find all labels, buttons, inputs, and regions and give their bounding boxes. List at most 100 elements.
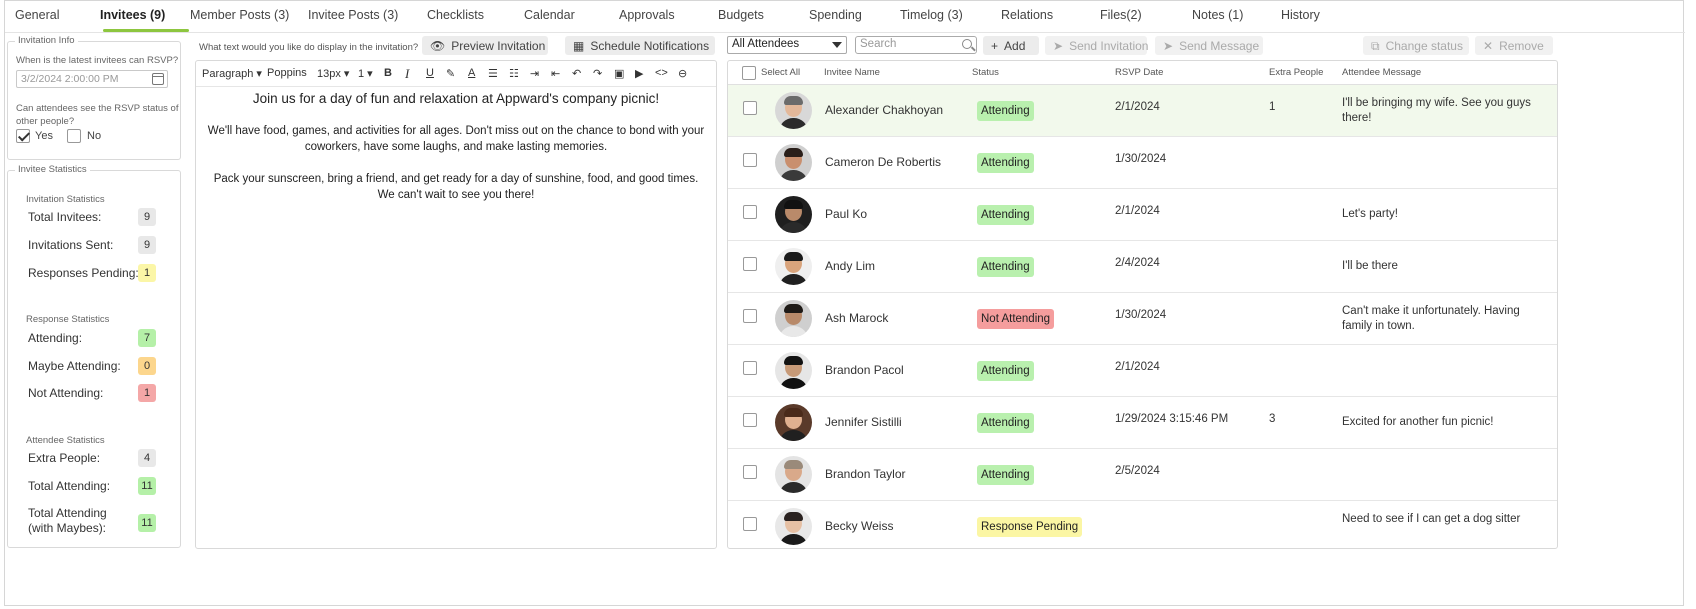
change-status-button[interactable]: ⧉ Change status: [1363, 36, 1469, 55]
no-checkbox[interactable]: [67, 129, 81, 143]
status-badge[interactable]: Attending: [977, 413, 1034, 433]
tab-calendar[interactable]: Calendar: [524, 8, 575, 22]
table-row[interactable]: Cameron De Robertis Attending 1/30/2024: [728, 137, 1557, 189]
row-checkbox[interactable]: [743, 153, 757, 167]
tab-member-posts[interactable]: Member Posts (3): [190, 8, 289, 22]
table-row[interactable]: Ash Marock Not Attending 1/30/2024 Can't ma…: [728, 293, 1557, 345]
invitation-info-legend: Invitation Info: [15, 35, 78, 46]
bold-icon[interactable]: B: [384, 67, 392, 79]
table-row[interactable]: Paul Ko Attending 2/1/2024 Let's party!: [728, 189, 1557, 241]
maybe-attending-label: Maybe Attending:: [28, 359, 121, 373]
invitee-name[interactable]: Cameron De Robertis: [825, 155, 941, 169]
tab-notes[interactable]: Notes (1): [1192, 8, 1243, 22]
add-invitee-button[interactable]: + Add: [983, 36, 1039, 55]
column-invitee-name[interactable]: Invitee Name: [824, 67, 880, 78]
italic-icon[interactable]: I: [405, 66, 409, 82]
font-family-select[interactable]: Poppins: [267, 67, 307, 79]
redo-icon[interactable]: ↷: [593, 67, 602, 80]
attendee-filter-select[interactable]: All Attendees: [727, 36, 847, 54]
yes-checkbox[interactable]: [16, 129, 30, 143]
table-row[interactable]: Becky Weiss Response Pending Need to see i…: [728, 501, 1557, 548]
select-all-label[interactable]: Select All: [761, 67, 800, 78]
line-height-select[interactable]: 1 ▾: [358, 67, 373, 80]
tab-relations[interactable]: Relations: [1001, 8, 1053, 22]
eye-icon: 👁: [430, 38, 446, 53]
block-format-select[interactable]: Paragraph ▾: [202, 67, 262, 80]
remove-button[interactable]: ✕ Remove: [1475, 36, 1553, 55]
invitation-paragraph-2: We'll have food, games, and activities f…: [207, 125, 705, 153]
row-checkbox[interactable]: [743, 413, 757, 427]
search-input[interactable]: Search: [855, 36, 977, 54]
rsvp-date: 2/1/2024: [1115, 101, 1160, 113]
invitee-name[interactable]: Paul Ko: [825, 207, 867, 221]
status-badge[interactable]: Not Attending: [977, 309, 1055, 329]
tab-spending[interactable]: Spending: [809, 8, 862, 22]
tab-bar: General Invitees (9) Member Posts (3) In…: [5, 1, 1685, 33]
align-icon[interactable]: ☰: [488, 67, 498, 80]
font-size-select[interactable]: 13px ▾: [317, 67, 349, 80]
status-badge[interactable]: Attending: [977, 205, 1034, 225]
column-status[interactable]: Status: [972, 67, 999, 78]
invitee-name[interactable]: Ash Marock: [825, 311, 888, 325]
status-badge[interactable]: Response Pending: [977, 517, 1083, 537]
tab-checklists[interactable]: Checklists: [427, 8, 484, 22]
tab-approvals[interactable]: Approvals: [619, 8, 675, 22]
tab-history[interactable]: History: [1281, 8, 1320, 22]
table-row[interactable]: Alexander Chakhoyan Attending 2/1/2024 1 I'l…: [728, 85, 1557, 137]
tab-general[interactable]: General: [15, 8, 59, 22]
preview-invitation-button[interactable]: 👁 Preview Invitation: [422, 36, 548, 55]
invitee-name[interactable]: Jennifer Sistilli: [825, 415, 902, 429]
status-badge[interactable]: Attending: [977, 361, 1034, 381]
column-rsvp-date[interactable]: RSVP Date: [1115, 67, 1163, 78]
column-attendee-message[interactable]: Attendee Message: [1342, 67, 1421, 78]
rsvp-date: 1/30/2024: [1115, 309, 1167, 321]
tab-invitee-posts[interactable]: Invitee Posts (3): [308, 8, 398, 22]
tab-invitees[interactable]: Invitees (9): [100, 8, 165, 22]
avatar: [775, 92, 812, 129]
tab-files[interactable]: Files(2): [1100, 8, 1142, 22]
undo-icon[interactable]: ↶: [572, 67, 581, 80]
select-all-checkbox[interactable]: [742, 66, 756, 80]
tab-budgets[interactable]: Budgets: [718, 8, 764, 22]
row-checkbox[interactable]: [743, 465, 757, 479]
image-icon[interactable]: ▣: [614, 67, 624, 80]
table-row[interactable]: Brandon Pacol Attending 2/1/2024: [728, 345, 1557, 397]
schedule-notifications-button[interactable]: ▦ Schedule Notifications: [565, 36, 715, 55]
bullet-list-icon[interactable]: ☷: [509, 67, 519, 80]
status-badge[interactable]: Attending: [977, 101, 1034, 121]
row-checkbox[interactable]: [743, 361, 757, 375]
row-checkbox[interactable]: [743, 205, 757, 219]
send-invitation-button[interactable]: ➤ Send Invitation: [1045, 36, 1148, 55]
status-badge[interactable]: Attending: [977, 153, 1034, 173]
column-extra-people[interactable]: Extra People: [1269, 67, 1323, 78]
indent-icon[interactable]: ⇥: [530, 67, 539, 80]
row-checkbox[interactable]: [743, 517, 757, 531]
editor-content[interactable]: Join us for a day of fun and relaxation …: [196, 91, 716, 219]
link-icon[interactable]: ⊖: [678, 67, 687, 80]
send-message-button[interactable]: ➤ Send Message: [1155, 36, 1263, 55]
calendar-icon[interactable]: [152, 73, 164, 85]
video-icon[interactable]: ▶: [635, 67, 643, 80]
table-row[interactable]: Jennifer Sistilli Attending 1/29/2024 3:15…: [728, 397, 1557, 449]
status-badge[interactable]: Attending: [977, 465, 1034, 485]
highlight-icon[interactable]: ✎: [446, 67, 455, 80]
invitee-name[interactable]: Brandon Pacol: [825, 363, 904, 377]
outdent-icon[interactable]: ⇤: [551, 67, 560, 80]
yes-label: Yes: [35, 130, 53, 142]
invitee-name[interactable]: Alexander Chakhoyan: [825, 103, 943, 117]
tab-timelog[interactable]: Timelog (3): [900, 8, 963, 22]
row-checkbox[interactable]: [743, 101, 757, 115]
table-row[interactable]: Andy Lim Attending 2/4/2024 I'll be there: [728, 241, 1557, 293]
row-checkbox[interactable]: [743, 309, 757, 323]
invitee-name[interactable]: Becky Weiss: [825, 519, 893, 533]
invitee-name[interactable]: Andy Lim: [825, 259, 875, 273]
row-checkbox[interactable]: [743, 257, 757, 271]
invitee-name[interactable]: Brandon Taylor: [825, 467, 906, 481]
rsvp-deadline-input[interactable]: 3/2/2024 2:00:00 PM: [16, 70, 168, 88]
status-badge[interactable]: Attending: [977, 257, 1034, 277]
code-icon[interactable]: <>: [655, 67, 668, 79]
no-label: No: [87, 130, 102, 142]
text-color-icon[interactable]: A: [468, 67, 475, 79]
table-row[interactable]: Brandon Taylor Attending 2/5/2024: [728, 449, 1557, 501]
underline-icon[interactable]: U: [426, 67, 434, 79]
